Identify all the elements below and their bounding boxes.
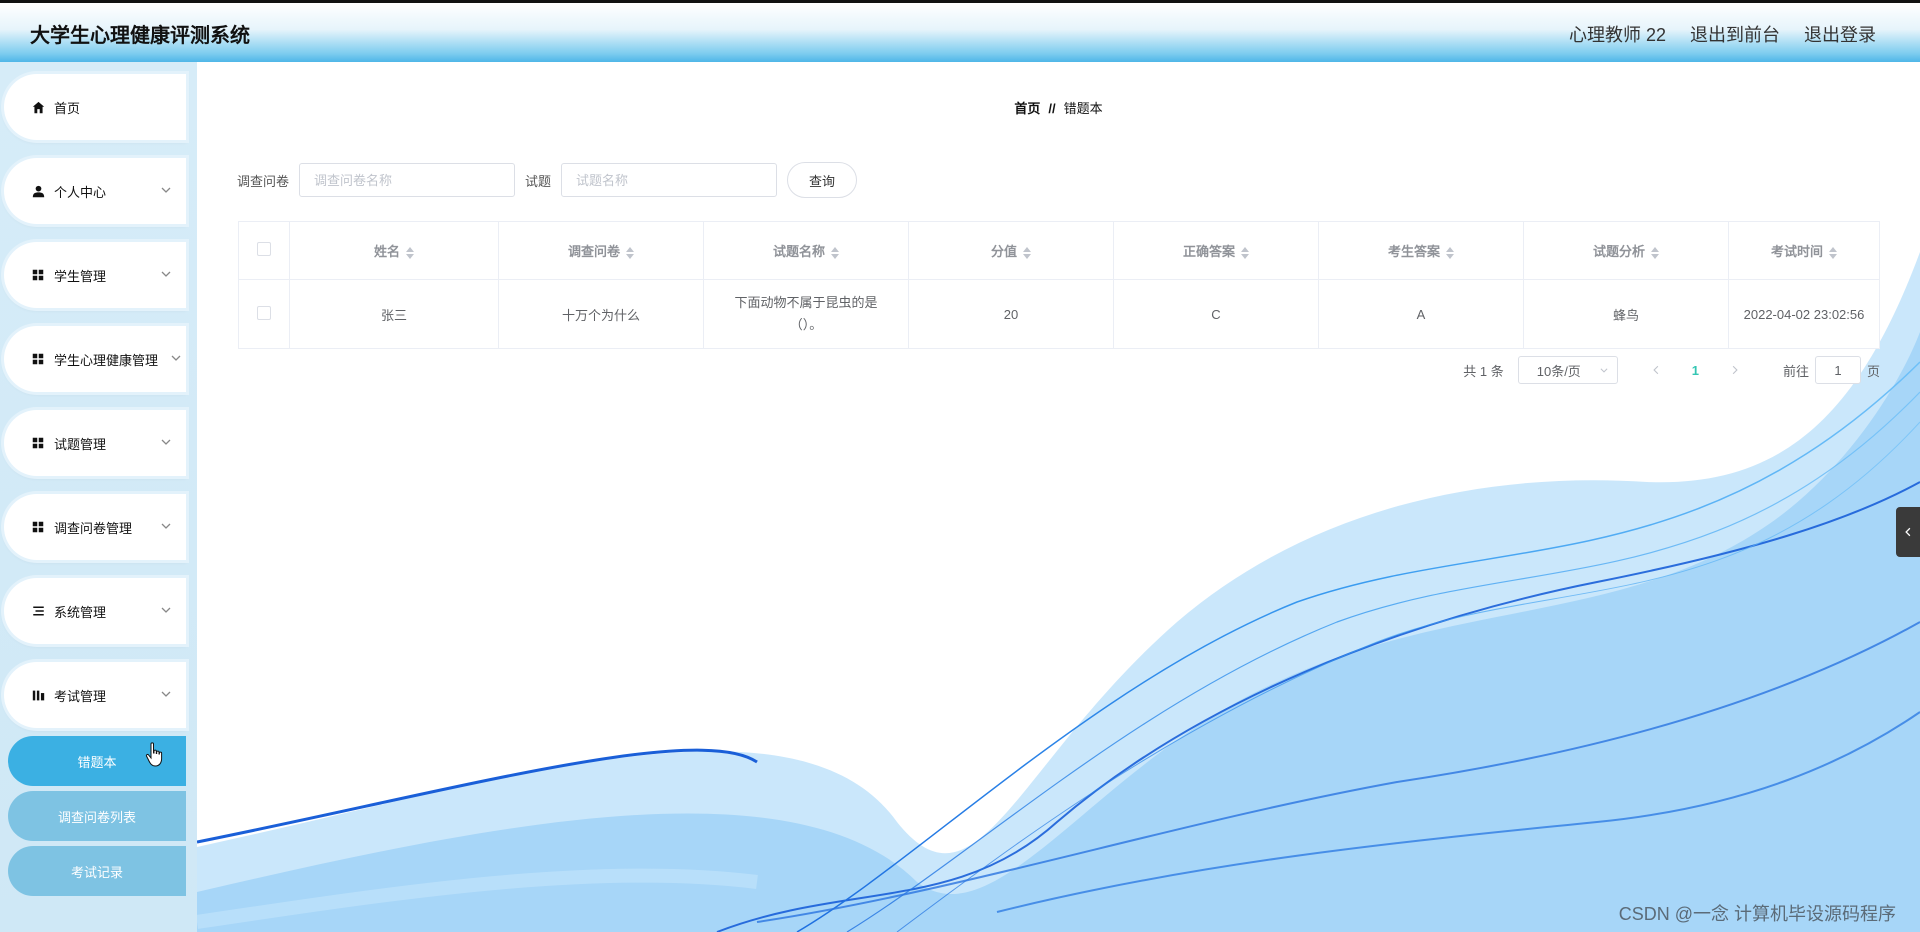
goto-label: 前往 <box>1782 363 1809 379</box>
query-button[interactable]: 查询 <box>787 162 858 198</box>
table-row[interactable]: 张三 十万个为什么 下面动物不属于昆虫的是（）。 20 C A 蜂鸟 2022-… <box>238 279 1880 349</box>
current-user: 心理教师 22 <box>1568 25 1666 45</box>
sidebar-item-label: 试题管理 <box>54 436 107 452</box>
cell-correct-answer: C <box>1113 279 1319 349</box>
breadcrumb: 首页 // 错题本 <box>197 98 1920 117</box>
total-count: 共 1 条 <box>1463 363 1504 379</box>
sidebar-item-system[interactable]: 系统管理 <box>4 578 186 644</box>
sidebar-item-home[interactable]: 首页 <box>4 74 186 140</box>
cell-survey: 十万个为什么 <box>498 279 704 349</box>
top-right-links: 心理教师 22 退出到前台 退出登录 <box>1569 21 1876 47</box>
sidebar-item-surveys[interactable]: 调查问卷管理 <box>4 494 186 560</box>
next-page-icon[interactable] <box>1725 363 1745 378</box>
column-header[interactable]: 考生答案 <box>1318 221 1524 280</box>
cell-score: 20 <box>908 279 1114 349</box>
survey-label: 调查问卷 <box>237 173 290 189</box>
question-text: 下面动物不属于昆虫的是（）。 <box>734 295 878 332</box>
sort-icon <box>1241 246 1249 259</box>
logout-link[interactable]: 退出登录 <box>1804 21 1876 47</box>
cell-analysis: 蜂鸟 <box>1523 279 1729 349</box>
sidebar-item-questions[interactable]: 试题管理 <box>4 410 186 476</box>
wrong-questions-table: 姓名 调查问卷 试题名称 分值 正确答案 考生答案 试题分析 考试时间 张三 十… <box>238 221 1880 349</box>
select-all-checkbox[interactable] <box>257 242 271 256</box>
sidebar-item-label: 系统管理 <box>54 604 107 620</box>
prev-page-icon[interactable] <box>1646 363 1666 378</box>
page-size-select[interactable]: 10条/页 <box>1517 356 1618 384</box>
row-checkbox[interactable] <box>257 305 271 320</box>
breadcrumb-home[interactable]: 首页 <box>1014 101 1040 116</box>
goto-page-input[interactable] <box>1814 356 1861 384</box>
main-content: 首页 // 错题本 调查问卷 试题 查询 姓名 调查问卷 试题名称 分值 正确答案 … <box>197 62 1920 932</box>
table-header-row: 姓名 调查问卷 试题名称 分值 正确答案 考生答案 试题分析 考试时间 <box>238 221 1880 280</box>
search-bar: 调查问卷 试题 查询 <box>237 162 858 198</box>
collapse-toggle[interactable] <box>1896 507 1920 557</box>
sidebar-item-label: 个人中心 <box>54 184 107 200</box>
chevron-down-icon <box>161 187 171 193</box>
sidebar: 首页 个人中心 学生管理 学生心理健康管理 试题管理 调查问卷管理 系统管理 考… <box>0 62 197 932</box>
sort-icon <box>1446 246 1454 259</box>
sidebar-item-label: 学生管理 <box>54 268 107 284</box>
select-all-cell <box>238 221 290 280</box>
sort-icon <box>1651 246 1659 259</box>
grid-icon <box>30 519 46 535</box>
column-header[interactable]: 正确答案 <box>1113 221 1319 280</box>
sidebar-item-label: 考试管理 <box>54 688 107 704</box>
survey-search-input[interactable] <box>299 163 516 197</box>
exit-front-link[interactable]: 退出到前台 <box>1690 21 1780 47</box>
sidebar-item-personal[interactable]: 个人中心 <box>4 158 186 224</box>
column-header[interactable]: 姓名 <box>289 221 499 280</box>
sort-icon <box>831 246 839 259</box>
pagination: 共 1 条 10条/页 1 前往 页 <box>1463 356 1880 384</box>
hand-cursor-icon <box>145 742 163 767</box>
question-label: 试题 <box>525 173 552 189</box>
submenu-item-survey-list[interactable]: 调查问卷列表 <box>8 791 186 841</box>
sidebar-item-label: 学生心理健康管理 <box>54 352 159 368</box>
page-size-value: 10条/页 <box>1536 363 1581 379</box>
sort-icon <box>406 246 414 259</box>
chevron-left-icon <box>1905 527 1911 537</box>
column-header[interactable]: 调查问卷 <box>498 221 704 280</box>
question-search-input[interactable] <box>561 163 778 197</box>
top-bar: 大学生心理健康评测系统 心理教师 22 退出到前台 退出登录 <box>0 0 1920 62</box>
chevron-down-icon <box>161 271 171 277</box>
home-icon <box>30 99 46 115</box>
page-number[interactable]: 1 <box>1692 363 1699 378</box>
user-icon <box>30 183 46 199</box>
grid-icon <box>30 435 46 451</box>
column-header[interactable]: 分值 <box>908 221 1114 280</box>
sidebar-item-students[interactable]: 学生管理 <box>4 242 186 308</box>
submenu-item-exam-records[interactable]: 考试记录 <box>8 846 186 896</box>
column-header[interactable]: 试题名称 <box>703 221 909 280</box>
column-header[interactable]: 试题分析 <box>1523 221 1729 280</box>
cell-question: 下面动物不属于昆虫的是（）。 <box>703 279 909 349</box>
sidebar-item-exams[interactable]: 考试管理 <box>4 662 186 728</box>
row-select-cell <box>238 279 290 349</box>
chevron-down-icon <box>161 607 171 613</box>
app-title: 大学生心理健康评测系统 <box>30 25 250 47</box>
sort-icon <box>626 246 634 259</box>
sidebar-item-label: 调查问卷管理 <box>54 520 133 536</box>
sort-icon <box>1023 246 1031 259</box>
chevron-down-icon <box>171 355 181 361</box>
chart-icon <box>30 687 46 703</box>
chevron-down-icon <box>161 439 171 445</box>
chevron-down-icon <box>1600 368 1608 373</box>
sort-icon <box>1829 246 1837 259</box>
sidebar-item-label: 首页 <box>54 100 81 116</box>
grid-icon <box>30 267 46 283</box>
breadcrumb-separator: // <box>1048 101 1056 116</box>
chevron-down-icon <box>161 691 171 697</box>
chevron-down-icon <box>161 523 171 529</box>
page-suffix: 页 <box>1866 363 1880 379</box>
grid-icon <box>30 351 46 367</box>
breadcrumb-current: 错题本 <box>1063 101 1103 116</box>
cell-student-answer: A <box>1318 279 1524 349</box>
cell-exam-time: 2022-04-02 23:02:56 <box>1728 279 1880 349</box>
column-header[interactable]: 考试时间 <box>1728 221 1880 280</box>
cell-name: 张三 <box>289 279 499 349</box>
list-icon <box>30 603 46 619</box>
watermark: CSDN @一念 计算机毕设源码程序 <box>1618 904 1896 924</box>
sidebar-item-mental-health[interactable]: 学生心理健康管理 <box>4 326 186 392</box>
